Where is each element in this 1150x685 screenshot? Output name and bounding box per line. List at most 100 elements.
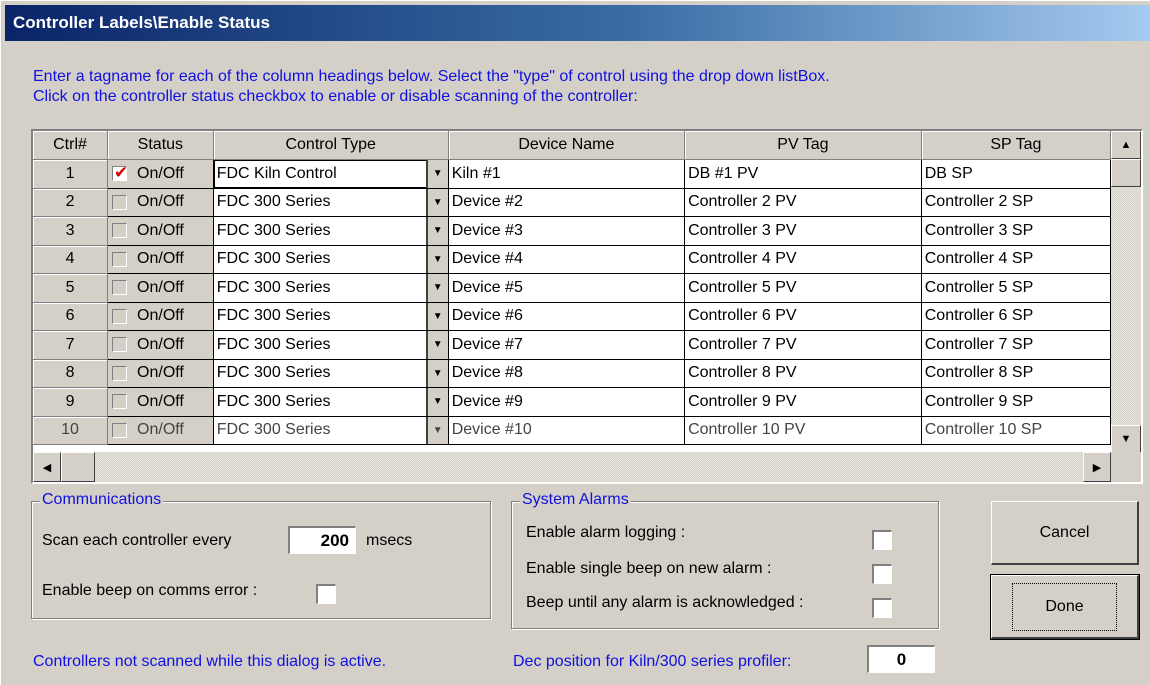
pv-tag-field[interactable]: Controller 6 PV xyxy=(684,302,922,331)
header-row: Ctrl# Status Control Type Device Name PV… xyxy=(33,131,1111,160)
horizontal-scrollbar[interactable]: ◀ ▶ xyxy=(33,452,1111,482)
pv-tag-field[interactable]: DB #1 PV xyxy=(684,159,922,189)
status-label: On/Off xyxy=(137,335,184,353)
sp-tag-field[interactable]: Controller 4 SP xyxy=(921,245,1111,274)
status-cell[interactable]: On/Off xyxy=(107,387,214,417)
vertical-scroll-thumb[interactable] xyxy=(1111,159,1141,187)
device-name-field[interactable]: Device #9 xyxy=(448,387,686,417)
control-type-select[interactable]: FDC 300 Series ▼ xyxy=(213,387,449,417)
chevron-down-icon[interactable]: ▼ xyxy=(425,217,448,245)
status-cell[interactable]: On/Off xyxy=(107,359,214,388)
control-type-select[interactable]: FDC 300 Series ▼ xyxy=(213,188,449,217)
pv-tag-field[interactable]: Controller 5 PV xyxy=(684,273,922,303)
chevron-down-icon[interactable]: ▼ xyxy=(425,245,448,273)
column-header-sp-tag[interactable]: SP Tag xyxy=(921,131,1111,160)
device-name-field[interactable]: Device #7 xyxy=(448,330,686,360)
sp-tag-field[interactable]: Controller 8 SP xyxy=(921,359,1111,388)
chevron-down-icon[interactable]: ▼ xyxy=(425,302,448,330)
device-name-field[interactable]: Device #5 xyxy=(448,273,686,303)
cancel-button[interactable]: Cancel xyxy=(991,501,1139,565)
status-checkbox[interactable] xyxy=(112,280,128,296)
device-name-field[interactable]: Device #8 xyxy=(448,359,686,388)
control-type-select[interactable]: FDC 300 Series ▼ xyxy=(213,330,449,360)
sp-tag-field[interactable]: Controller 2 SP xyxy=(921,188,1111,217)
chevron-down-icon[interactable]: ▼ xyxy=(425,331,448,359)
chevron-down-icon[interactable]: ▼ xyxy=(425,274,448,302)
horizontal-scroll-thumb[interactable] xyxy=(61,452,95,482)
row-number: 8 xyxy=(33,359,109,388)
column-header-pv-tag[interactable]: PV Tag xyxy=(684,131,922,160)
status-cell[interactable]: On/Off xyxy=(107,416,214,445)
pv-tag-field[interactable]: Controller 2 PV xyxy=(684,188,922,217)
sp-tag-field[interactable]: Controller 9 SP xyxy=(921,387,1111,417)
control-type-value: FDC 300 Series xyxy=(216,421,331,439)
scroll-down-arrow-icon[interactable]: ▼ xyxy=(1111,425,1141,453)
system-alarms-group: System Alarms Enable alarm logging : Ena… xyxy=(511,491,939,629)
status-checkbox[interactable] xyxy=(112,422,128,438)
chevron-down-icon[interactable]: ▼ xyxy=(425,388,448,416)
pv-tag-field[interactable]: Controller 9 PV xyxy=(684,387,922,417)
device-name-field[interactable]: Device #4 xyxy=(448,245,686,274)
device-name-field[interactable]: Device #2 xyxy=(448,188,686,217)
chevron-down-icon[interactable]: ▼ xyxy=(425,416,448,444)
sp-tag-field[interactable]: Controller 5 SP xyxy=(921,273,1111,303)
sp-tag-field[interactable]: DB SP xyxy=(921,159,1111,189)
device-name-field[interactable]: Device #10 xyxy=(448,416,686,445)
sp-tag-field[interactable]: Controller 10 SP xyxy=(921,416,1111,445)
control-type-select[interactable]: FDC 300 Series ▼ xyxy=(213,359,449,388)
column-header-device-name[interactable]: Device Name xyxy=(448,131,686,160)
beep-until-ack-checkbox[interactable] xyxy=(872,598,892,618)
done-button[interactable]: Done xyxy=(990,574,1140,640)
status-checkbox[interactable] xyxy=(112,251,128,267)
status-cell[interactable]: On/Off xyxy=(107,273,214,303)
status-cell[interactable]: On/Off xyxy=(107,330,214,360)
pv-tag-field[interactable]: Controller 8 PV xyxy=(684,359,922,388)
pv-tag-field[interactable]: Controller 10 PV xyxy=(684,416,922,445)
scroll-up-arrow-icon[interactable]: ▲ xyxy=(1111,131,1141,159)
single-beep-checkbox[interactable] xyxy=(872,564,892,584)
chevron-down-icon[interactable]: ▼ xyxy=(425,359,448,387)
control-type-select[interactable]: FDC 300 Series ▼ xyxy=(213,273,449,303)
status-checkbox[interactable] xyxy=(112,308,128,324)
control-type-select[interactable]: FDC 300 Series ▼ xyxy=(213,302,449,331)
scroll-right-arrow-icon[interactable]: ▶ xyxy=(1083,452,1111,482)
control-type-select[interactable]: FDC 300 Series ▼ xyxy=(213,216,449,246)
control-type-select[interactable]: FDC Kiln Control ▼ xyxy=(213,159,449,189)
scroll-left-arrow-icon[interactable]: ◀ xyxy=(33,452,61,482)
sp-tag-field[interactable]: Controller 3 SP xyxy=(921,216,1111,246)
row-number: 7 xyxy=(33,330,109,360)
status-cell[interactable]: On/Off xyxy=(107,216,214,246)
pv-tag-field[interactable]: Controller 4 PV xyxy=(684,245,922,274)
dec-position-input[interactable]: 0 xyxy=(867,645,935,673)
device-name-field[interactable]: Device #3 xyxy=(448,216,686,246)
device-name-field[interactable]: Device #6 xyxy=(448,302,686,331)
vertical-scrollbar[interactable]: ▲ ▼ xyxy=(1111,131,1141,453)
status-checkbox[interactable] xyxy=(112,223,128,239)
alarm-logging-checkbox[interactable] xyxy=(872,530,892,550)
status-checkbox[interactable] xyxy=(112,337,128,353)
status-cell[interactable]: On/Off xyxy=(107,245,214,274)
status-cell[interactable]: On/Off xyxy=(107,302,214,331)
control-type-select[interactable]: FDC 300 Series ▼ xyxy=(213,416,449,445)
status-cell[interactable]: On/Off xyxy=(107,188,214,217)
status-checkbox[interactable]: ✔ xyxy=(112,163,128,182)
column-header-ctrl[interactable]: Ctrl# xyxy=(33,131,109,160)
control-type-select[interactable]: FDC 300 Series ▼ xyxy=(213,245,449,274)
status-checkbox[interactable] xyxy=(112,365,128,381)
pv-tag-field[interactable]: Controller 7 PV xyxy=(684,330,922,360)
status-checkbox[interactable] xyxy=(112,394,128,410)
status-checkbox[interactable] xyxy=(112,194,128,210)
sp-tag-field[interactable]: Controller 7 SP xyxy=(921,330,1111,360)
status-cell[interactable]: ✔ On/Off xyxy=(107,159,214,189)
chevron-down-icon[interactable]: ▼ xyxy=(425,160,448,188)
table-row: 2 On/Off FDC 300 Series ▼ Device #2 Contr… xyxy=(33,188,1111,217)
pv-tag-field[interactable]: Controller 3 PV xyxy=(684,216,922,246)
scan-interval-input[interactable]: 200 xyxy=(288,526,356,554)
chevron-down-icon[interactable]: ▼ xyxy=(425,188,448,216)
control-type-value: FDC 300 Series xyxy=(216,364,331,382)
column-header-status[interactable]: Status xyxy=(107,131,214,160)
sp-tag-field[interactable]: Controller 6 SP xyxy=(921,302,1111,331)
column-header-control-type[interactable]: Control Type xyxy=(213,131,449,160)
comms-beep-checkbox[interactable] xyxy=(316,584,336,604)
device-name-field[interactable]: Kiln #1 xyxy=(448,159,686,189)
